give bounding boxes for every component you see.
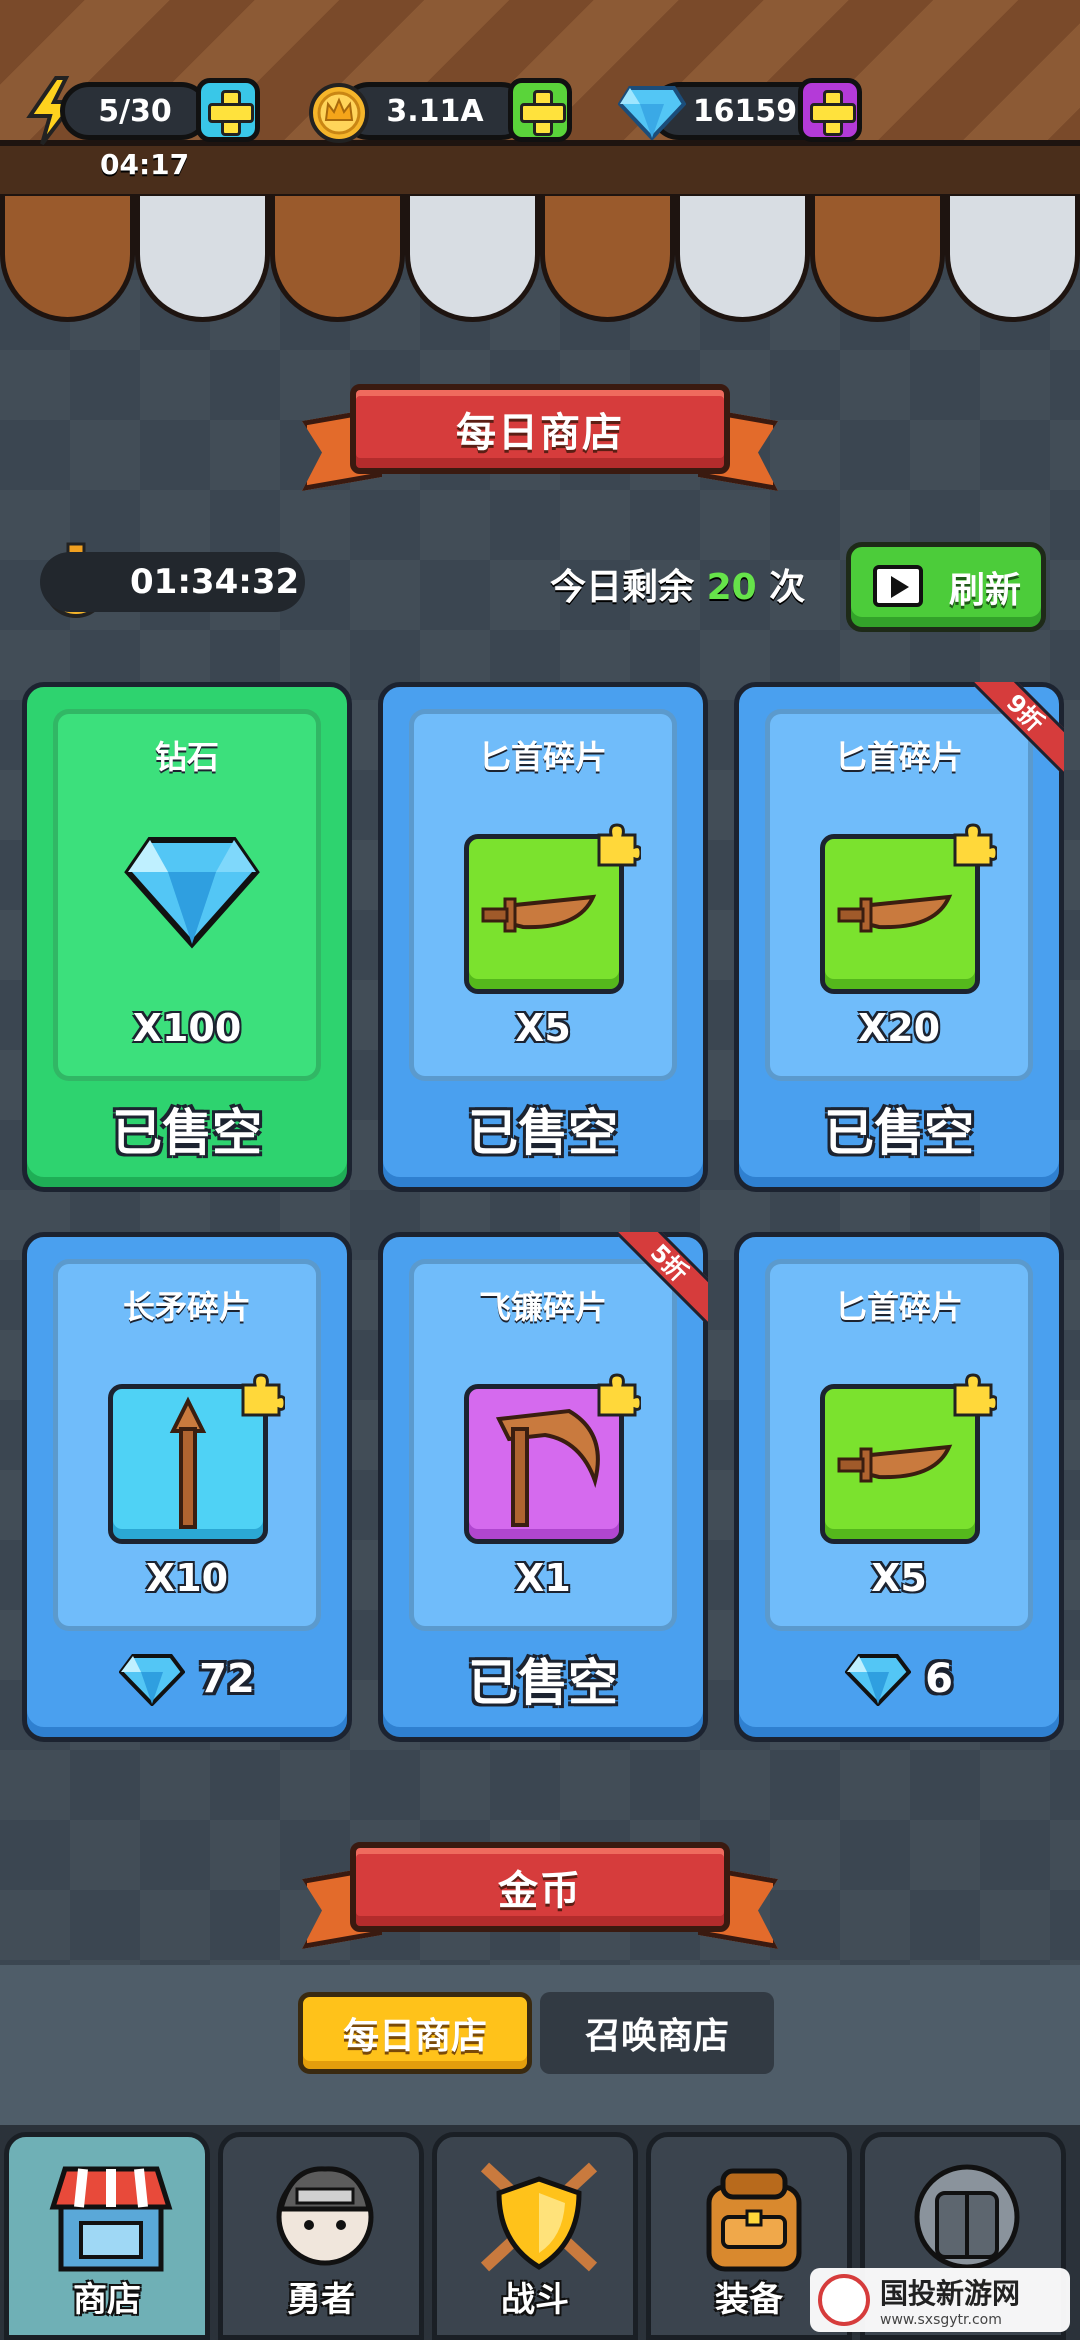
item-quantity: X5 <box>515 1006 571 1050</box>
puzzle-piece-icon <box>241 1373 285 1417</box>
gold-section-title: 金币 <box>350 1842 730 1932</box>
item-name: 匕首碎片 <box>478 738 607 776</box>
nav-shop-label: 商店 <box>73 2280 141 2320</box>
discount-label: 9折 <box>974 682 1064 772</box>
item-quantity: X10 <box>145 1556 229 1600</box>
energy-value: 5/30 <box>60 82 210 140</box>
nav-battle[interactable]: 战斗 <box>432 2132 638 2340</box>
energy-timer: 04:17 <box>100 148 190 181</box>
discount-tag: 5折 <box>618 1232 708 1322</box>
remaining-refresh-text: 今日剩余 20 次 <box>550 558 805 610</box>
puzzle-piece-icon <box>597 823 641 867</box>
shop-stall-icon <box>49 2166 173 2272</box>
shop-item-card[interactable]: 钻石 X100 已售空 <box>22 682 352 1192</box>
watermark-url: www.sxsgytr.com <box>880 2312 1002 2328</box>
shop-item-card[interactable]: 飞镰碎片 X1 已售空 5折 <box>378 1232 708 1742</box>
diamond-icon <box>124 837 260 949</box>
sold-out-label: 已售空 <box>112 1104 262 1162</box>
price-value: 72 <box>199 1656 255 1702</box>
shop-item-card[interactable]: 匕首碎片 X20 已售空 9折 <box>734 682 1064 1192</box>
diamond-icon <box>119 1654 186 1706</box>
refresh-button[interactable]: 刷新 <box>846 542 1046 632</box>
remaining-prefix: 今日剩余 <box>550 567 695 608</box>
sold-out-label: 已售空 <box>824 1104 974 1162</box>
diamond-icon <box>618 86 686 140</box>
shop-item-card[interactable]: 长矛碎片 X10 72 <box>22 1232 352 1742</box>
crown-coin-icon <box>309 83 369 143</box>
dagger-fragment-icon <box>820 823 997 994</box>
site-watermark: 国投新游网 www.sxsgytr.com <box>810 2268 1070 2332</box>
item-name: 匕首碎片 <box>834 1288 963 1326</box>
backpack-icon <box>706 2168 802 2272</box>
item-name: 长矛碎片 <box>122 1288 251 1326</box>
battle-shield-icon <box>480 2162 598 2272</box>
gold-section-banner: 金币 <box>310 1842 770 1952</box>
video-play-icon <box>873 565 923 607</box>
item-quantity: X5 <box>871 1556 927 1600</box>
puzzle-piece-icon <box>597 1373 641 1417</box>
awning-scallops <box>0 196 1080 326</box>
item-name: 钻石 <box>154 738 219 776</box>
refresh-label: 刷新 <box>948 570 1021 611</box>
watermark-logo-icon <box>818 2274 870 2326</box>
tab-summon-shop[interactable]: 召唤商店 <box>540 1992 774 2074</box>
item-quantity: X20 <box>857 1006 941 1050</box>
spear-fragment-icon <box>108 1373 285 1544</box>
sold-out-label: 已售空 <box>468 1104 618 1162</box>
nav-shop[interactable]: 商店 <box>4 2132 210 2340</box>
price-button[interactable]: 6 <box>739 1649 1059 1709</box>
item-quantity: X1 <box>515 1556 571 1600</box>
price-button[interactable]: 72 <box>27 1649 347 1709</box>
sickle-fragment-icon <box>464 1373 641 1544</box>
discount-label: 5折 <box>618 1232 708 1322</box>
daily-shop-banner: 每日商店 <box>310 384 770 494</box>
diamond-icon <box>845 1654 912 1706</box>
price-value: 6 <box>925 1656 953 1702</box>
discount-tag: 9折 <box>974 682 1064 772</box>
daily-shop-title: 每日商店 <box>350 384 730 474</box>
hero-avatar-icon <box>276 2166 374 2266</box>
nav-battle-label: 战斗 <box>501 2280 569 2320</box>
gold-add-button[interactable] <box>508 78 572 142</box>
dagger-fragment-icon <box>464 823 641 994</box>
remaining-count: 20 <box>706 567 757 608</box>
puzzle-piece-icon <box>953 1373 997 1417</box>
nav-hero[interactable]: 勇者 <box>218 2132 424 2340</box>
nav-hero-label: 勇者 <box>287 2280 355 2320</box>
shop-item-card[interactable]: 匕首碎片 X5 6 <box>734 1232 1064 1742</box>
locked-gate-icon <box>914 2164 1020 2270</box>
sold-out-label: 已售空 <box>468 1654 618 1712</box>
watermark-name: 国投新游网 <box>880 2277 1021 2310</box>
shop-item-card[interactable]: 匕首碎片 X5 已售空 <box>378 682 708 1192</box>
refresh-countdown: 01:34:32 <box>40 552 305 612</box>
dagger-fragment-icon <box>820 1373 997 1544</box>
puzzle-piece-icon <box>953 823 997 867</box>
item-quantity: X100 <box>132 1006 242 1050</box>
energy-add-button[interactable] <box>196 78 260 142</box>
tab-daily-shop[interactable]: 每日商店 <box>298 1992 532 2074</box>
remaining-suffix: 次 <box>769 567 806 608</box>
gem-add-button[interactable] <box>798 78 862 142</box>
